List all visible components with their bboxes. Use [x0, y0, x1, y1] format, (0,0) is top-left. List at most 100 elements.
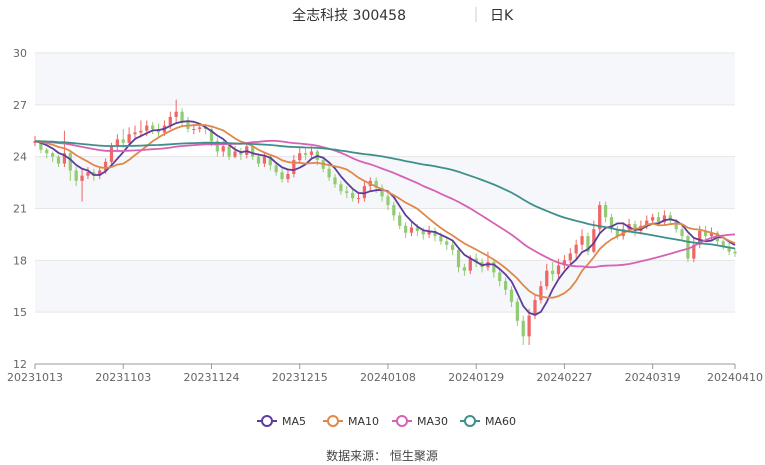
candle-body — [403, 225, 408, 233]
candle-body — [227, 146, 231, 157]
legend-swatch-marker — [464, 415, 476, 427]
y-tick-label: 12 — [13, 358, 27, 371]
x-tick-label: 20231013 — [7, 371, 63, 384]
candle-body — [527, 315, 531, 337]
candle-body — [51, 153, 55, 157]
candle-body — [168, 116, 172, 126]
y-tick-label: 21 — [13, 203, 27, 216]
x-tick-label: 20231215 — [272, 371, 328, 384]
x-tick-label: 20240227 — [536, 371, 592, 384]
legend-label: MA30 — [417, 415, 448, 428]
candle-body — [74, 170, 78, 181]
candle-body — [345, 191, 349, 193]
candle-body — [198, 127, 202, 130]
candle-body — [309, 151, 314, 155]
candle-body — [451, 244, 455, 250]
candle-body — [139, 130, 143, 133]
candle-body — [568, 253, 572, 261]
grid-band — [35, 208, 735, 261]
candle-body — [127, 134, 131, 143]
chart-period: 日K — [490, 8, 514, 24]
candle-body — [509, 289, 514, 302]
candle-body — [351, 192, 355, 199]
candle-body — [121, 139, 125, 143]
candle-body — [462, 267, 467, 271]
candle-body — [409, 227, 414, 233]
x-tick-label: 20240319 — [625, 371, 681, 384]
candle-body — [56, 156, 61, 164]
candle-body — [180, 111, 184, 123]
legend-swatch-marker — [261, 415, 273, 427]
candle-body — [280, 172, 284, 180]
candle-body — [551, 270, 555, 275]
candle-body — [133, 132, 137, 135]
candle-body — [498, 272, 502, 282]
candle-body — [421, 230, 425, 235]
candle-body — [468, 258, 472, 271]
candle-body — [174, 111, 178, 117]
legend-label: MA60 — [485, 415, 516, 428]
plot-area: 12 15 18 21 24 27 30 20231013 20231103 20231124 20… — [7, 47, 763, 384]
candle-body — [515, 301, 519, 321]
stock-kline-chart: 全志科技 300458 日K 12 15 18 21 24 27 30 20231013 202… — [7, 7, 763, 463]
candle-body — [192, 129, 196, 131]
candle-body — [286, 173, 290, 180]
candle-body — [651, 217, 655, 221]
candle-body — [333, 177, 337, 185]
candle-body — [603, 205, 608, 218]
candle-body — [503, 281, 508, 290]
x-tick-label: 20240129 — [448, 371, 504, 384]
x-tick-label: 20231124 — [183, 371, 239, 384]
candle-body — [145, 125, 149, 131]
candle-body — [386, 196, 390, 206]
candle-body — [439, 236, 443, 242]
candle-body — [574, 244, 578, 254]
candle-body — [68, 153, 72, 171]
candle-body — [303, 153, 308, 155]
candle-body — [233, 151, 237, 157]
legend-item-ma5: MA5 — [257, 415, 306, 428]
candle-body — [339, 184, 343, 192]
candle-body — [262, 156, 267, 164]
y-tick-label: 24 — [13, 151, 27, 164]
grid-band — [35, 260, 735, 313]
candle-body — [151, 125, 155, 130]
chart-header: 全志科技 300458 日K — [292, 7, 514, 24]
candle-body — [356, 198, 361, 200]
candle-body — [327, 168, 331, 178]
candle-body — [733, 251, 737, 254]
candle-body — [45, 149, 49, 154]
legend-label: MA5 — [282, 415, 306, 428]
candle-body — [545, 270, 549, 287]
candle-body — [80, 175, 84, 181]
candle-body — [298, 153, 302, 161]
x-tick-label: 20240410 — [707, 371, 763, 384]
candle-body — [680, 229, 684, 237]
legend-label: MA10 — [348, 415, 379, 428]
candle-body — [256, 156, 261, 164]
legend-item-ma30: MA30 — [392, 415, 448, 428]
y-tick-label: 15 — [13, 306, 27, 319]
candle-body — [556, 265, 561, 275]
candle-body — [539, 286, 543, 301]
grid-band — [35, 312, 735, 364]
legend-item-ma60: MA60 — [460, 415, 516, 428]
candle-body — [398, 215, 402, 226]
candle-body — [392, 205, 396, 216]
chart-title: 全志科技 300458 — [292, 7, 406, 24]
y-tick-label: 30 — [13, 47, 27, 60]
x-tick-label: 20231103 — [95, 371, 151, 384]
candle-body — [656, 217, 661, 223]
legend-item-ma10: MA10 — [323, 415, 379, 428]
legend-swatch-marker — [396, 415, 408, 427]
chart-legend: MA5 MA10 MA30 MA60 — [257, 415, 516, 428]
candle-body — [445, 241, 449, 245]
x-tick-label: 20240108 — [360, 371, 416, 384]
candle-body — [109, 146, 114, 162]
grid-band — [35, 156, 735, 209]
source-note: 数据来源： 恒生聚源 — [326, 448, 438, 463]
candle-body — [274, 165, 278, 173]
candle-body — [86, 172, 90, 176]
legend-swatch-marker — [327, 415, 339, 427]
candle-body — [221, 146, 225, 152]
